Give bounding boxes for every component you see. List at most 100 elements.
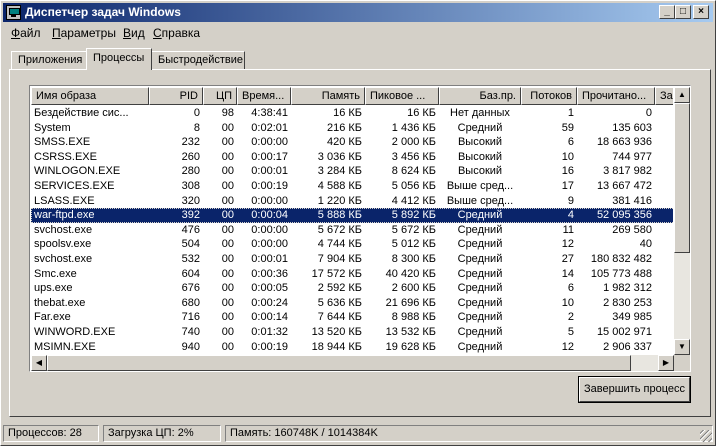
cell-io-read: 40 (639, 238, 652, 251)
cell-io-write: 29 (655, 340, 673, 355)
cell-base-priority: Высокий (457, 150, 503, 163)
cell-peak-memory: 3 456 КБ (391, 150, 436, 163)
column-header-image-name[interactable]: Имя образа (31, 87, 149, 105)
horizontal-scroll-thumb[interactable] (47, 355, 631, 371)
cell-io-write (655, 223, 673, 238)
table-row[interactable]: svchost.exe 476 00 0:00:00 5 672 КБ 5 672 КБ С… (31, 223, 673, 238)
scroll-right-icon[interactable]: ▶ (658, 355, 674, 371)
column-header-memory[interactable]: Память (291, 87, 365, 105)
table-row[interactable]: SERVICES.EXE 308 00 0:00:19 4 588 КБ 5 056 КБ… (31, 179, 673, 194)
cell-threads: 16 (561, 165, 574, 178)
table-row[interactable]: MSIMN.EXE 940 00 0:00:19 18 944 КБ 19 628 КБ С… (31, 340, 673, 355)
cell-cpu-time: 0:01:32 (251, 325, 288, 338)
table-row[interactable]: Smc.exe 604 00 0:00:36 17 572 КБ 40 420 КБ Сре… (31, 267, 673, 282)
column-header-peak-memory[interactable]: Пиковое ... (365, 87, 439, 105)
column-header-io-read[interactable]: Прочитано... (577, 87, 655, 105)
process-list-header: Имя образа PID ЦП Время... Память Пиково… (31, 87, 673, 105)
process-rows: Бездействие сис... 0 98 4:38:41 16 КБ 16 КБ Не… (31, 106, 673, 369)
cell-io-read: 744 977 (612, 150, 652, 163)
process-list[interactable]: Имя образа PID ЦП Время... Память Пиково… (29, 85, 691, 372)
cell-threads: 6 (567, 282, 574, 295)
menu-file[interactable]: Файл (11, 26, 41, 40)
cell-memory: 4 744 КБ (317, 238, 362, 251)
minimize-button[interactable]: _ (659, 5, 675, 19)
title-bar[interactable]: Диспетчер задач Windows _ □ × (3, 3, 713, 22)
cell-image-name: Бездействие сис... (34, 107, 129, 119)
table-row[interactable]: System 8 00 0:02:01 216 КБ 1 436 КБ Средний 59 1… (31, 121, 673, 136)
vertical-scroll-thumb[interactable] (674, 103, 690, 253)
cell-image-name: WINLOGON.EXE (34, 165, 121, 178)
menu-help[interactable]: Справка (153, 26, 200, 40)
cell-io-read: 269 580 (612, 223, 652, 236)
cell-base-priority: Средний (457, 340, 503, 353)
table-row[interactable]: spoolsv.exe 504 00 0:00:00 4 744 КБ 5 012 КБ С… (31, 237, 673, 252)
column-header-pid[interactable]: PID (149, 87, 203, 105)
menu-view[interactable]: Вид (123, 26, 145, 40)
column-header-cpu[interactable]: ЦП (203, 87, 237, 105)
scroll-up-icon[interactable]: ▲ (674, 87, 690, 103)
table-row[interactable]: SMSS.EXE 232 00 0:00:00 420 КБ 2 000 КБ Высоки… (31, 135, 673, 150)
cell-io-read: 18 663 936 (596, 136, 652, 149)
table-row[interactable]: LSASS.EXE 320 00 0:00:00 1 220 КБ 4 412 КБ Выш… (31, 194, 673, 209)
tab-applications[interactable]: Приложения (11, 51, 87, 69)
cell-io-read: 2 906 337 (603, 340, 652, 353)
cell-pid: 504 (181, 238, 200, 251)
cell-cpu: 98 (221, 107, 234, 119)
cell-base-priority: Средний (457, 267, 503, 280)
close-button[interactable]: × (693, 5, 709, 19)
scrollbar-corner (674, 355, 690, 371)
cell-io-read: 135 603 (612, 121, 652, 134)
cell-cpu: 00 (221, 209, 234, 222)
cell-base-priority: Нет данных (450, 107, 510, 119)
cell-pid: 260 (181, 150, 200, 163)
tab-performance[interactable]: Быстродействие (151, 51, 245, 69)
column-header-base-priority[interactable]: Баз.пр. (439, 87, 521, 105)
table-row[interactable]: WINLOGON.EXE 280 00 0:00:01 3 284 КБ 8 624 КБ… (31, 164, 673, 179)
cell-base-priority: Средний (457, 238, 503, 251)
cell-io-write: 446 (655, 267, 673, 282)
cell-io-read: 180 832 482 (590, 252, 652, 265)
end-process-button[interactable]: Завершить процесс (578, 376, 691, 403)
cell-cpu: 00 (221, 179, 234, 192)
table-row[interactable]: CSRSS.EXE 260 00 0:00:17 3 036 КБ 3 456 КБ Выс… (31, 150, 673, 165)
cell-image-name: Far.exe (34, 311, 71, 324)
column-header-cpu-time[interactable]: Время... (237, 87, 291, 105)
horizontal-scrollbar[interactable]: ◀ ▶ (31, 355, 674, 371)
vertical-scrollbar[interactable]: ▲ ▼ (674, 87, 690, 355)
table-row[interactable]: svchost.exe 532 00 0:00:01 7 904 КБ 8 300 КБ С… (31, 252, 673, 267)
cell-pid: 716 (181, 311, 200, 324)
menu-options[interactable]: Параметры (52, 26, 116, 40)
scroll-left-icon[interactable]: ◀ (31, 355, 47, 371)
cell-io-write: 11 992 (655, 179, 673, 194)
cell-peak-memory: 5 672 КБ (391, 223, 436, 236)
cell-memory: 4 588 КБ (317, 179, 362, 192)
cell-base-priority: Средний (457, 252, 503, 265)
table-row[interactable]: thebat.exe 680 00 0:00:24 5 636 КБ 21 696 КБ С… (31, 296, 673, 311)
cell-threads: 9 (567, 194, 574, 207)
cell-memory: 5 888 КБ (317, 209, 362, 222)
cell-peak-memory: 13 532 КБ (385, 325, 436, 338)
table-row[interactable]: WINWORD.EXE 740 00 0:01:32 13 520 КБ 13 532 К… (31, 325, 673, 340)
cell-image-name: System (34, 121, 71, 134)
cell-cpu-time: 0:00:14 (251, 311, 288, 324)
resize-grip-icon[interactable] (700, 430, 712, 442)
cell-cpu: 00 (221, 121, 234, 134)
menu-bar: Файл Параметры Вид Справка (3, 23, 713, 43)
cell-pid: 308 (181, 179, 200, 192)
cell-cpu: 00 (221, 165, 234, 178)
table-row[interactable]: Far.exe 716 00 0:00:14 7 644 КБ 8 988 КБ Средн… (31, 310, 673, 325)
table-row[interactable]: war-ftpd.exe 392 00 0:00:04 5 888 КБ 5 892 КБ… (31, 208, 673, 223)
table-row[interactable]: ups.exe 676 00 0:00:05 2 592 КБ 2 600 КБ Средн… (31, 281, 673, 296)
cell-cpu-time: 0:00:00 (251, 136, 288, 149)
cell-io-write (655, 106, 673, 121)
scroll-down-icon[interactable]: ▼ (674, 339, 690, 355)
column-header-io-write[interactable]: Записано... (655, 87, 673, 105)
cell-cpu-time: 0:00:01 (251, 165, 288, 178)
table-row[interactable]: Бездействие сис... 0 98 4:38:41 16 КБ 16 КБ Не… (31, 106, 673, 121)
maximize-button[interactable]: □ (675, 5, 691, 19)
cell-io-write: 1 410 (655, 296, 673, 311)
cell-cpu-time: 0:00:01 (251, 252, 288, 265)
column-header-threads[interactable]: Потоков (521, 87, 577, 105)
cell-peak-memory: 5 012 КБ (391, 238, 436, 251)
tab-processes[interactable]: Процессы (86, 48, 152, 70)
